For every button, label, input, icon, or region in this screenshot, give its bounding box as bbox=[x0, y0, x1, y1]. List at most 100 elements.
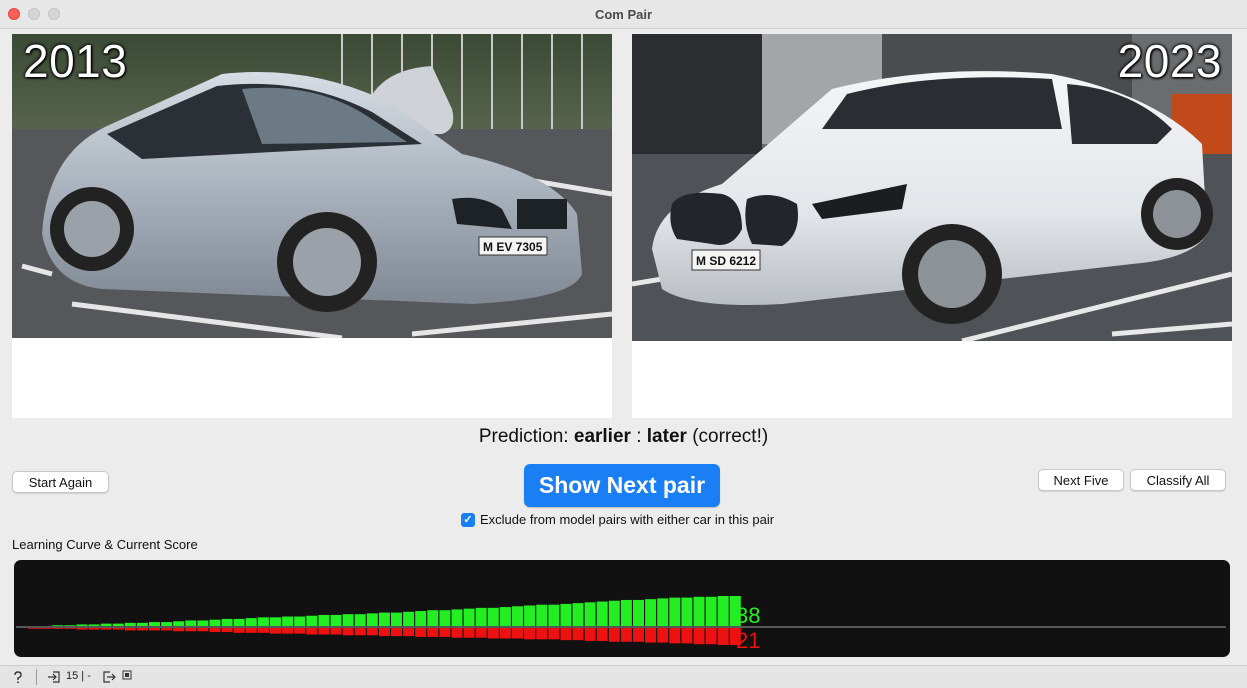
correct-bar bbox=[451, 609, 463, 626]
status-bar: 15 | - bbox=[0, 665, 1247, 688]
wrong-bar bbox=[173, 628, 185, 632]
wrong-bar bbox=[282, 628, 294, 634]
learning-curve-title: Learning Curve & Current Score bbox=[12, 537, 198, 552]
correct-bar bbox=[354, 614, 366, 626]
correct-bar bbox=[475, 607, 487, 626]
wrong-bar bbox=[28, 628, 39, 629]
correct-bar bbox=[512, 606, 523, 626]
wrong-bar bbox=[76, 628, 88, 630]
correct-bar bbox=[124, 622, 136, 626]
wrong-bar bbox=[572, 628, 584, 641]
wrong-bar bbox=[318, 628, 330, 635]
correct-bar bbox=[669, 597, 681, 626]
wrong-bar bbox=[681, 628, 693, 644]
correct-bar bbox=[161, 622, 173, 626]
help-icon[interactable] bbox=[11, 670, 25, 684]
wrong-bar bbox=[403, 628, 415, 637]
wrong-bar bbox=[245, 628, 257, 633]
correct-bar bbox=[270, 617, 281, 626]
correct-bar bbox=[197, 620, 209, 626]
correct-bar bbox=[257, 617, 269, 626]
prediction-label: Prediction: bbox=[478, 426, 569, 447]
prediction-left-word: earlier bbox=[573, 426, 631, 447]
wrong-bar bbox=[354, 628, 366, 636]
correct-bar bbox=[693, 596, 705, 626]
wrong-bar bbox=[391, 628, 402, 637]
wrong-bar bbox=[620, 628, 632, 642]
correct-bar bbox=[282, 616, 294, 626]
correct-bar bbox=[608, 600, 620, 626]
wrong-bar bbox=[197, 628, 209, 632]
correct-bar bbox=[306, 615, 318, 626]
correct-bar bbox=[463, 608, 475, 626]
correct-bar bbox=[596, 601, 608, 626]
correct-bar bbox=[173, 621, 185, 626]
correct-bar bbox=[633, 599, 644, 626]
prediction-separator: : bbox=[636, 426, 642, 447]
correct-bar bbox=[221, 618, 233, 626]
wrong-bar bbox=[366, 628, 378, 636]
correct-bar bbox=[645, 599, 657, 626]
wrong-bar bbox=[415, 628, 427, 637]
wrong-bar bbox=[64, 628, 76, 629]
title-bar: Com Pair bbox=[0, 0, 1247, 29]
start-again-button[interactable]: Start Again bbox=[12, 471, 109, 493]
score-correct: 38 bbox=[736, 603, 760, 628]
correct-bar bbox=[415, 611, 427, 626]
correct-bar bbox=[572, 603, 584, 626]
prediction-right-word: later bbox=[646, 426, 687, 447]
correct-bar bbox=[88, 624, 100, 626]
right-year-label: 2023 bbox=[1117, 35, 1222, 87]
wrong-bar bbox=[270, 628, 281, 634]
wrong-bar bbox=[693, 628, 705, 645]
export-icon[interactable] bbox=[102, 670, 116, 684]
prediction-result: (correct!) bbox=[692, 426, 769, 447]
wrong-bar bbox=[548, 628, 560, 640]
correct-bar bbox=[233, 618, 245, 626]
wrong-bar bbox=[100, 628, 112, 630]
correct-bar bbox=[439, 610, 451, 626]
exclude-option[interactable]: ✓ Exclude from model pairs with either c… bbox=[461, 512, 774, 527]
correct-bar bbox=[427, 610, 439, 626]
correct-bar bbox=[705, 596, 717, 626]
correct-bar bbox=[245, 618, 257, 626]
wrong-bar bbox=[657, 628, 669, 643]
wrong-bar bbox=[645, 628, 657, 643]
wrong-bar bbox=[233, 628, 245, 633]
right-car-panel[interactable]: M SD 6212 2023 bbox=[632, 34, 1232, 418]
classify-all-button[interactable]: Classify All bbox=[1130, 469, 1226, 491]
next-five-button[interactable]: Next Five bbox=[1038, 469, 1124, 491]
wrong-bar bbox=[633, 628, 644, 642]
wrong-bar bbox=[451, 628, 463, 638]
wrong-bar bbox=[161, 628, 173, 631]
toggle-icon[interactable] bbox=[122, 670, 132, 680]
correct-bar bbox=[499, 607, 511, 626]
correct-bar bbox=[548, 604, 560, 626]
import-icon[interactable] bbox=[47, 670, 61, 684]
wrong-bar bbox=[40, 628, 52, 629]
learning-curve-svg: 38 21 bbox=[16, 596, 1226, 653]
show-next-pair-button[interactable]: Show Next pair bbox=[524, 464, 720, 507]
wrong-bar bbox=[439, 628, 451, 637]
correct-bar bbox=[318, 614, 330, 626]
wrong-bar bbox=[705, 628, 717, 645]
wrong-bar bbox=[149, 628, 160, 631]
wrong-bar bbox=[669, 628, 681, 644]
correct-bar bbox=[536, 604, 548, 626]
correct-bar bbox=[366, 613, 378, 626]
correct-bar bbox=[403, 611, 415, 626]
correct-bar bbox=[560, 603, 572, 626]
wrong-bar bbox=[112, 628, 124, 630]
wrong-bar bbox=[475, 628, 487, 638]
exclude-checkbox[interactable]: ✓ bbox=[461, 512, 475, 527]
left-car-panel[interactable]: M EV 7305 2013 bbox=[12, 34, 612, 418]
wrong-bar bbox=[512, 628, 523, 639]
wrong-bar bbox=[560, 628, 572, 641]
wrong-bar bbox=[209, 628, 221, 633]
wrong-bar bbox=[294, 628, 306, 634]
wrong-bar bbox=[330, 628, 342, 635]
wrong-bar bbox=[427, 628, 439, 637]
correct-bar bbox=[524, 605, 536, 626]
wrong-bar bbox=[463, 628, 475, 638]
wrong-bar bbox=[88, 628, 100, 630]
